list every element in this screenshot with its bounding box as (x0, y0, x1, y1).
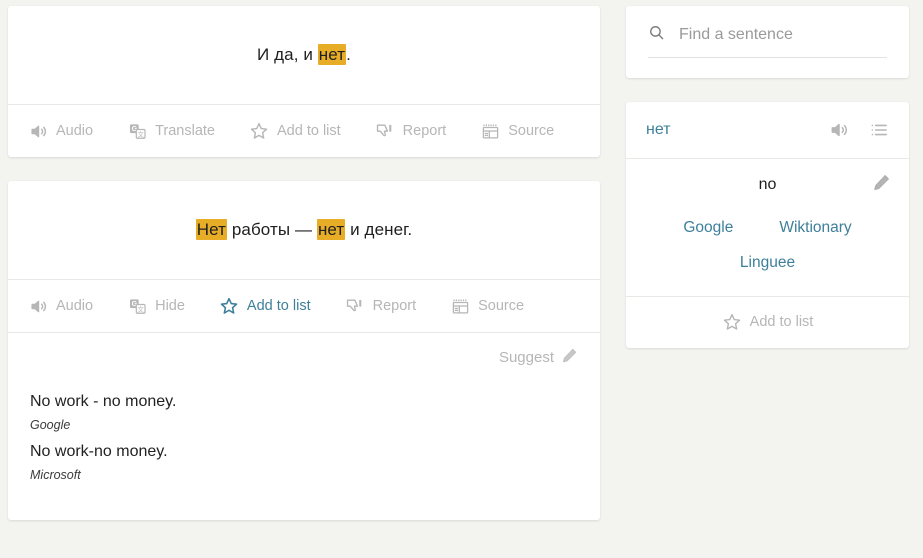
word-panel-footer: Add to list (626, 295, 909, 348)
audio-button[interactable]: Audio (28, 121, 93, 141)
sentence-part: и денег. (345, 220, 413, 240)
translation-item: No work - no money. Google (30, 390, 578, 436)
add-to-list-label: Add to list (246, 298, 311, 314)
audio-label: Audio (56, 123, 94, 139)
translate-button[interactable]: G文 Translate (127, 121, 215, 141)
star-icon (219, 296, 239, 316)
translations-block: Suggest No work - no money. Google No wo… (8, 332, 600, 520)
translate-icon: G文 (127, 121, 147, 141)
thumbs-down-icon (375, 121, 395, 141)
dictionary-link-google[interactable]: Google (683, 216, 733, 241)
report-label: Report (372, 298, 417, 314)
sentence-toolbar: Audio G文 Translate Add to list Report So… (8, 104, 600, 157)
svg-text:文: 文 (137, 304, 144, 313)
star-icon (249, 121, 269, 141)
search-input[interactable] (679, 26, 887, 44)
sentence-toolbar: Audio G文 Hide Add to list Report Source (8, 279, 600, 332)
word-panel-actions (829, 120, 889, 140)
sentence-part-highlighted[interactable]: Нет (195, 219, 228, 241)
translate-icon: G文 (127, 296, 147, 316)
word-definition-row: no (644, 173, 891, 194)
add-to-list-button[interactable]: Add to list (219, 296, 311, 316)
thumbs-down-icon (345, 296, 365, 316)
report-label: Report (402, 123, 447, 139)
word-panel-body: no Google Wiktionary Linguee (626, 159, 909, 296)
word-add-to-list-label: Add to list (749, 314, 814, 331)
source-label: Source (478, 298, 525, 314)
sentence-card-2: Нет работы — нет и денег. Audio G文 Hide (8, 181, 600, 521)
word-definition: no (758, 176, 777, 193)
translate-label: Translate (155, 123, 215, 139)
report-button[interactable]: Report (345, 296, 417, 316)
word-add-to-list-button[interactable]: Add to list (722, 312, 814, 332)
audio-button[interactable]: Audio (28, 296, 93, 316)
sentence-card-1: И да, и нет. Audio G文 Translate Add to l… (8, 6, 600, 157)
audio-label: Audio (56, 298, 94, 314)
translation-item: No work-no money. Microsoft (30, 440, 578, 486)
translation-text[interactable]: No work - no money. (30, 390, 578, 415)
hide-translation-button[interactable]: G文 Hide (127, 296, 185, 316)
suggest-label: Suggest (498, 349, 554, 366)
translation-text[interactable]: No work-no money. (30, 440, 578, 465)
report-button[interactable]: Report (375, 121, 447, 141)
search-icon (648, 24, 665, 46)
pencil-icon[interactable] (872, 173, 891, 197)
newspaper-icon (480, 121, 500, 141)
sentence-text[interactable]: И да, и нет. (257, 42, 351, 68)
sidebar-column: нет no Google (626, 6, 909, 372)
speaker-icon (28, 296, 48, 316)
translation-source: Microsoft (30, 467, 81, 482)
source-button[interactable]: Source (480, 121, 554, 141)
search-row (648, 24, 887, 58)
sentences-column: И да, и нет. Audio G文 Translate Add to l… (8, 6, 600, 544)
source-label: Source (508, 123, 555, 139)
dictionary-link-linguee[interactable]: Linguee (654, 251, 881, 276)
translation-source: Google (30, 417, 71, 432)
list-icon[interactable] (869, 120, 889, 140)
sentence-part: работы — (227, 220, 317, 240)
pencil-icon (561, 347, 578, 368)
svg-text:文: 文 (137, 129, 144, 138)
star-icon (722, 312, 742, 332)
add-to-list-label: Add to list (277, 123, 341, 139)
sentence-text[interactable]: Нет работы — нет и денег. (195, 217, 413, 243)
search-card (626, 6, 909, 78)
word-panel: нет no Google Wiktionary Linguee Add to … (626, 102, 909, 348)
word-title[interactable]: нет (646, 121, 671, 139)
speaker-icon[interactable] (829, 120, 849, 140)
dictionary-link-wiktionary[interactable]: Wiktionary (779, 216, 851, 241)
word-panel-header: нет (626, 102, 909, 159)
newspaper-icon (450, 296, 470, 316)
source-button[interactable]: Source (450, 296, 524, 316)
add-to-list-button[interactable]: Add to list (249, 121, 341, 141)
sentence-part: И да, и (257, 45, 318, 65)
hide-label: Hide (155, 298, 185, 314)
sentence-text-area: И да, и нет. (8, 6, 600, 104)
suggest-button[interactable]: Suggest (30, 347, 578, 368)
sentence-part-highlighted[interactable]: нет (317, 44, 347, 66)
dictionary-links: Google Wiktionary Linguee (644, 216, 891, 276)
sentence-part: . (346, 45, 351, 65)
sentence-part-highlighted[interactable]: нет (316, 219, 346, 241)
speaker-icon (28, 121, 48, 141)
sentence-text-area: Нет работы — нет и денег. (8, 181, 600, 279)
page-root: И да, и нет. Audio G文 Translate Add to l… (0, 0, 923, 544)
